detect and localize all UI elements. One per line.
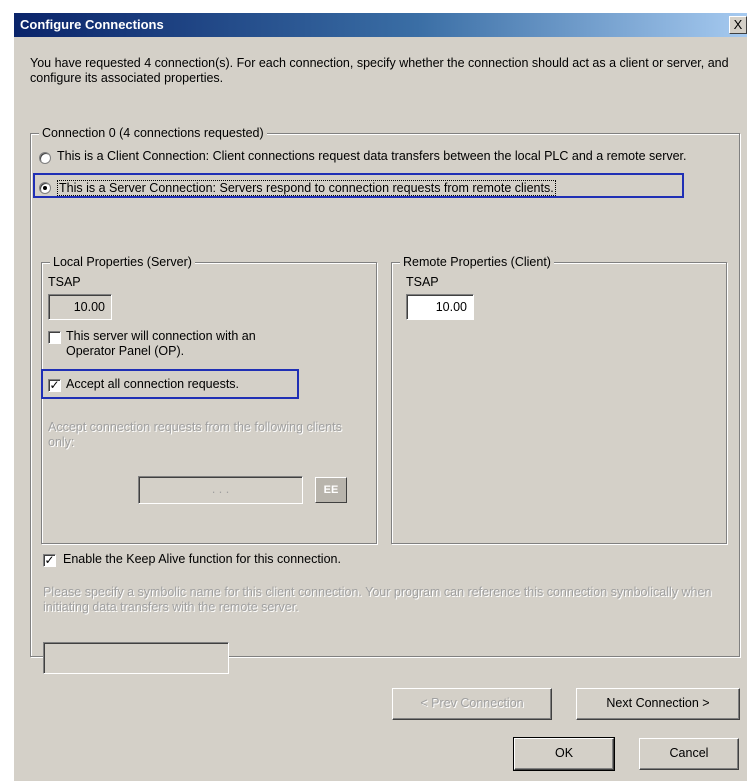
accept-from-label: Accept connection requests from the foll… <box>48 420 342 449</box>
local-tsap-field[interactable]: 10.00 <box>48 294 112 320</box>
ip-address-icon[interactable]: EE <box>315 477 347 503</box>
client-connection-label: This is a Client Connection: Client conn… <box>57 149 687 163</box>
remote-tsap-field[interactable]: 10.00 <box>406 294 474 320</box>
op-panel-checkbox[interactable] <box>48 331 61 344</box>
configure-connections-dialog: Configure Connections X You have request… <box>14 13 747 781</box>
server-option-highlight <box>33 173 684 198</box>
connection-group-label: Connection 0 (4 connections requested) <box>39 126 267 140</box>
remote-properties-label: Remote Properties (Client) <box>400 255 554 269</box>
next-connection-button[interactable]: Next Connection > <box>576 688 740 720</box>
cancel-button[interactable]: Cancel <box>639 738 739 770</box>
connection-group: Connection 0 (4 connections requested) T… <box>30 126 740 674</box>
symbolic-name-instruction: Please specify a symbolic name for this … <box>43 585 712 614</box>
window-title: Configure Connections <box>20 17 164 32</box>
symbolic-name-field[interactable] <box>43 642 229 674</box>
remote-tsap-label: TSAP <box>406 275 439 289</box>
keep-alive-checkbox[interactable]: ✓ <box>43 554 56 567</box>
accept-all-highlight <box>41 369 299 399</box>
local-properties-label: Local Properties (Server) <box>50 255 195 269</box>
close-icon[interactable]: X <box>729 16 747 34</box>
local-properties-group: Local Properties (Server) TSAP 10.00 Thi… <box>41 255 377 544</box>
intro-text: You have requested 4 connection(s). For … <box>30 56 729 85</box>
keep-alive-label: Enable the Keep Alive function for this … <box>63 552 341 566</box>
client-connection-radio[interactable] <box>39 152 51 164</box>
client-ip-field[interactable]: . . . <box>138 476 303 504</box>
ok-button[interactable]: OK <box>513 737 615 771</box>
prev-connection-button[interactable]: < Prev Connection <box>392 688 552 720</box>
op-panel-label: This server will connection with an Oper… <box>66 329 256 358</box>
local-tsap-label: TSAP <box>48 275 81 289</box>
remote-properties-group: Remote Properties (Client) TSAP 10.00 <box>391 255 727 544</box>
title-bar: Configure Connections X <box>14 13 747 37</box>
